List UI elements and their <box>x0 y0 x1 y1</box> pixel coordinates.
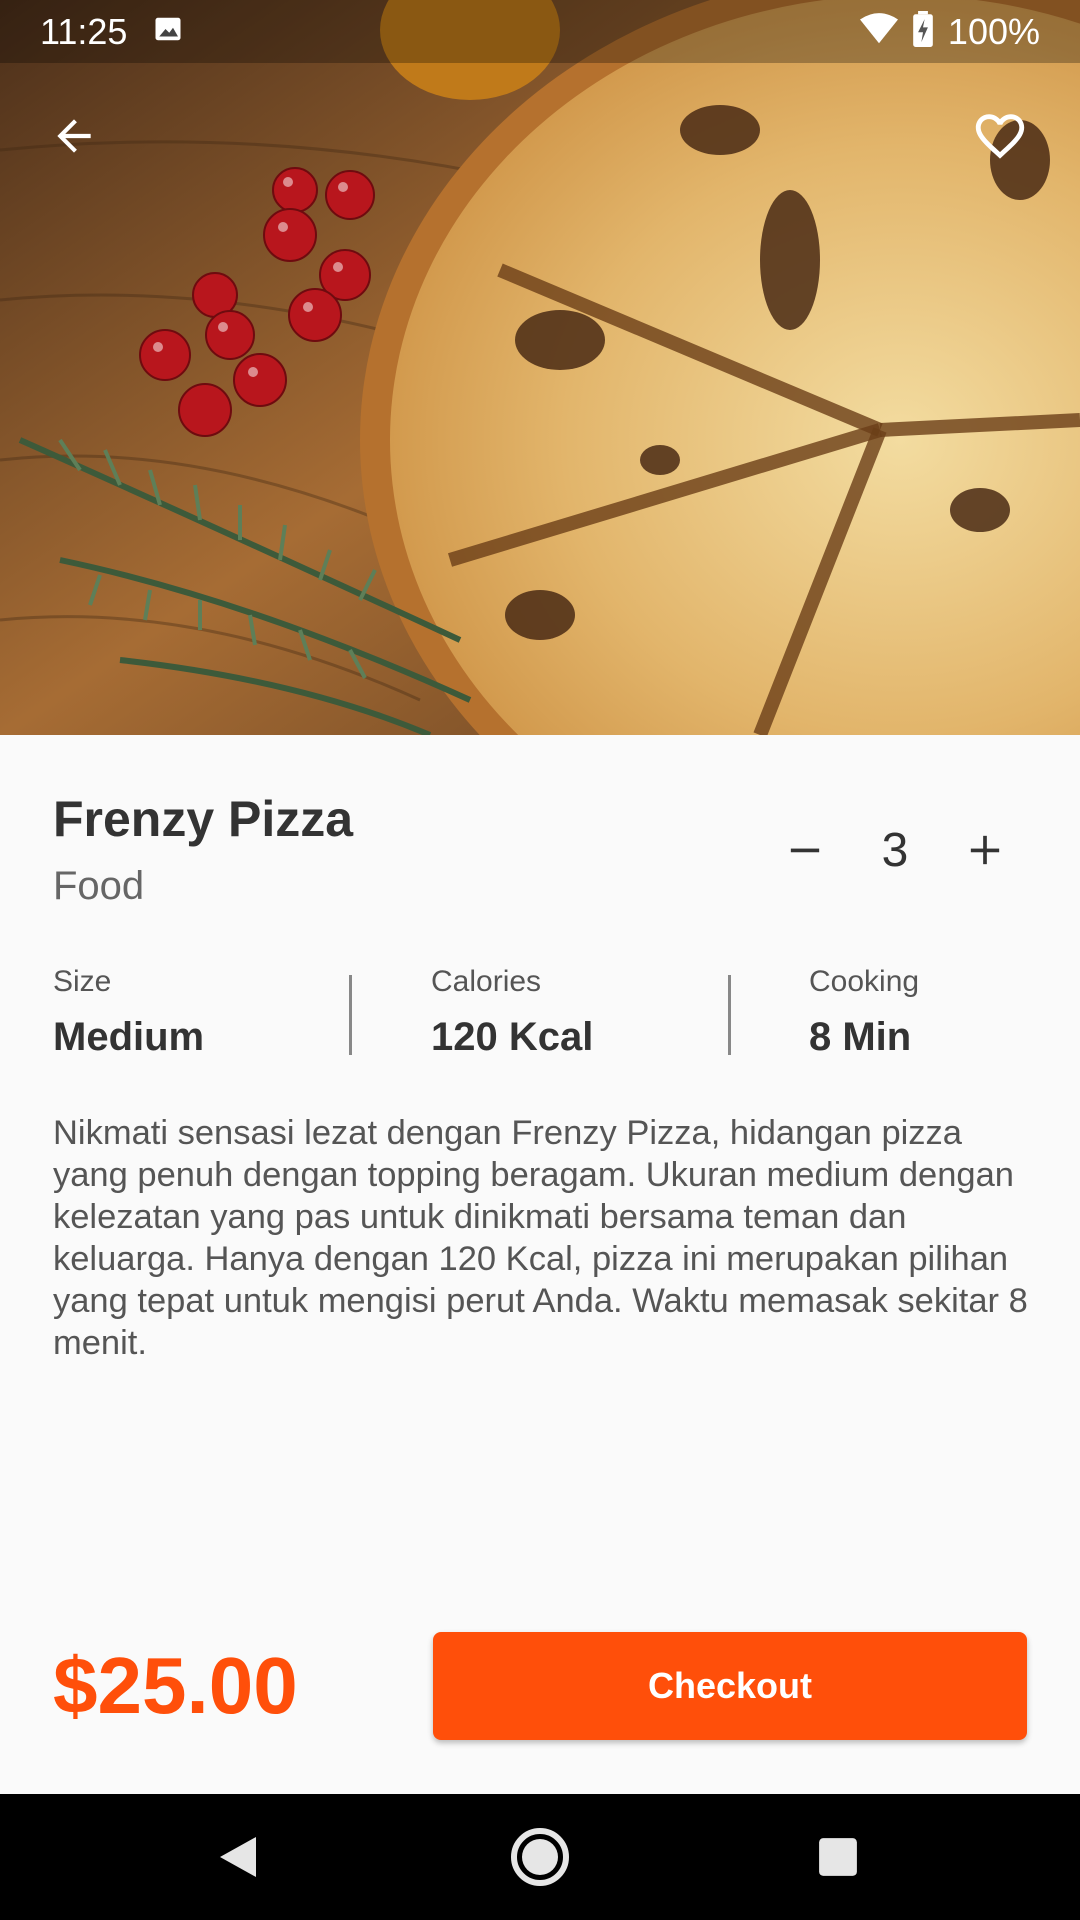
info-label: Calories <box>431 965 542 998</box>
heart-outline-icon <box>975 114 1025 159</box>
info-size: Size Medium <box>53 965 204 1060</box>
arrow-left-icon <box>57 119 91 153</box>
info-label: Size <box>53 965 112 998</box>
plus-icon <box>970 835 1000 865</box>
quantity-value: 3 <box>881 823 909 877</box>
info-value: Medium <box>53 1015 205 1059</box>
divider <box>728 975 731 1055</box>
product-info-row: Size Medium Calories 120 Kcal Cooking 8 … <box>0 965 1080 1065</box>
info-cooking: Cooking 8 Min <box>809 965 919 1060</box>
nav-back-button[interactable] <box>198 1822 278 1892</box>
status-time: 11:25 <box>40 10 128 52</box>
wifi-icon <box>859 13 898 50</box>
battery-percentage: 100% <box>947 10 1040 52</box>
info-label: Cooking <box>809 965 920 998</box>
quantity-stepper: 3 <box>770 820 1020 880</box>
info-calories: Calories 120 Kcal <box>431 965 593 1060</box>
status-bar: 11:25 100% <box>0 0 1080 63</box>
hero-image: 11:25 100% <box>0 0 1080 735</box>
product-price: $25.00 <box>53 1641 298 1730</box>
nav-home-button[interactable] <box>500 1822 580 1892</box>
minus-icon <box>790 848 820 853</box>
decrease-quantity-button[interactable] <box>770 820 840 880</box>
product-detail-screen: 11:25 100% Frenzy Pizza Food 3 Size Medi… <box>0 0 1080 1920</box>
back-button[interactable] <box>38 100 110 172</box>
divider <box>349 975 352 1055</box>
increase-quantity-button[interactable] <box>950 820 1020 880</box>
product-description: Nikmati sensasi lezat dengan Frenzy Pizz… <box>53 1114 1028 1362</box>
product-category: Food <box>53 864 145 908</box>
system-nav-bar <box>0 1794 1080 1920</box>
nav-home-icon <box>511 1828 569 1886</box>
nav-recents-icon <box>819 1838 857 1876</box>
battery-charging-icon <box>912 11 934 52</box>
nav-recents-button[interactable] <box>798 1822 878 1892</box>
product-name: Frenzy Pizza <box>53 791 354 847</box>
image-icon <box>153 14 183 49</box>
pizza-illustration <box>0 0 1080 735</box>
nav-back-icon <box>220 1837 256 1877</box>
favorite-button[interactable] <box>964 100 1036 172</box>
info-value: 8 Min <box>809 1015 912 1059</box>
checkout-button[interactable]: Checkout <box>433 1632 1027 1740</box>
info-value: 120 Kcal <box>431 1015 594 1059</box>
